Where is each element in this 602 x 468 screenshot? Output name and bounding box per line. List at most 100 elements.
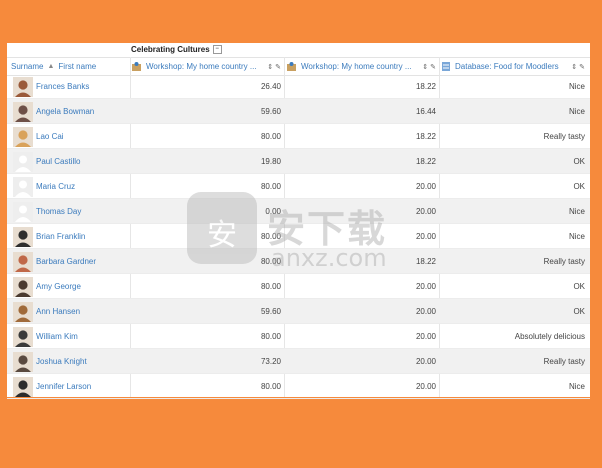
grade-cell-col2[interactable]: 18.22 <box>286 249 436 274</box>
student-cell: Barbara Gardner <box>13 249 131 274</box>
student-cell: Angela Bowman <box>13 99 131 124</box>
student-name-link[interactable]: Lao Cai <box>36 132 64 141</box>
database-icon <box>442 62 450 71</box>
grade-cell-col1[interactable]: 80.00 <box>131 324 281 349</box>
grade-cell-col1[interactable]: 59.60 <box>131 299 281 324</box>
table-row: Amy George 80.00 20.00 OK <box>7 274 590 299</box>
avatar[interactable] <box>13 301 33 322</box>
student-cell: Paul Castillo <box>13 149 131 174</box>
grade-cell-col2[interactable]: 20.00 <box>286 174 436 199</box>
grade-cell-col2[interactable]: 20.00 <box>286 299 436 324</box>
edit-pencil-icon[interactable]: ✎ <box>275 63 281 71</box>
grade-cell-col1[interactable]: 73.20 <box>131 349 281 374</box>
avatar[interactable] <box>13 376 33 397</box>
col2-link[interactable]: Workshop: My home country ... <box>301 62 412 71</box>
grade-cell-col3[interactable]: Nice <box>441 99 585 124</box>
table-row: Frances Banks 26.40 18.22 Nice <box>7 74 590 99</box>
student-name-link[interactable]: Thomas Day <box>36 207 81 216</box>
grade-cell-col3[interactable]: Nice <box>441 199 585 224</box>
grade-cell-col2[interactable]: 20.00 <box>286 224 436 249</box>
grade-cell-col3[interactable]: Really tasty <box>441 249 585 274</box>
grade-cell-col1[interactable]: 26.40 <box>131 74 281 99</box>
grade-cell-col1[interactable]: 0.00 <box>131 199 281 224</box>
grade-cell-col1[interactable]: 80.00 <box>131 124 281 149</box>
grade-cell-col3[interactable]: Nice <box>441 224 585 249</box>
grade-cell-col3[interactable]: Nice <box>441 74 585 99</box>
grade-cell-col3[interactable]: Nice <box>441 374 585 399</box>
table-row: Brian Franklin 80.00 20.00 Nice <box>7 224 590 249</box>
student-name-link[interactable]: Paul Castillo <box>36 157 80 166</box>
student-name-link[interactable]: Joshua Knight <box>36 357 87 366</box>
student-cell: Joshua Knight <box>13 349 131 374</box>
grade-cell-col2[interactable]: 20.00 <box>286 374 436 399</box>
grade-cell-col2[interactable]: 18.22 <box>286 74 436 99</box>
collapse-icon[interactable]: − <box>212 45 222 54</box>
grade-cell-col3[interactable]: Really tasty <box>441 349 585 374</box>
table-row: Jennifer Larson 80.00 20.00 Nice <box>7 374 590 399</box>
grade-cell-col1[interactable]: 59.60 <box>131 99 281 124</box>
sort-toggle-icon[interactable]: ⇕ <box>422 63 428 71</box>
student-name-link[interactable]: Frances Banks <box>36 82 89 91</box>
grade-cell-col1[interactable]: 80.00 <box>131 174 281 199</box>
grade-cell-col3[interactable]: Absolutely delicious <box>441 324 585 349</box>
avatar[interactable] <box>13 201 33 222</box>
avatar[interactable] <box>13 276 33 297</box>
grade-cell-col2[interactable]: 18.22 <box>286 149 436 174</box>
grade-cell-col1[interactable]: 19.80 <box>131 149 281 174</box>
sort-asc-icon[interactable]: ▲ <box>47 63 54 70</box>
grade-cell-col1[interactable]: 80.00 <box>131 274 281 299</box>
grade-table-body: Frances Banks 26.40 18.22 Nice Angela Bowman… <box>7 74 590 399</box>
grade-cell-col2[interactable]: 20.00 <box>286 324 436 349</box>
student-name-link[interactable]: Maria Cruz <box>36 182 75 191</box>
student-name-link[interactable]: Jennifer Larson <box>36 382 91 391</box>
student-cell: Thomas Day <box>13 199 131 224</box>
col1-link[interactable]: Workshop: My home country ... <box>146 62 257 71</box>
col3-header: Database: Food for Moodlers ⇕ ✎ <box>441 58 585 75</box>
student-cell: Amy George <box>13 274 131 299</box>
firstname-sort-link[interactable]: First name <box>58 62 96 71</box>
sort-toggle-icon[interactable]: ⇕ <box>571 63 577 71</box>
avatar[interactable] <box>13 251 33 272</box>
grade-cell-col1[interactable]: 80.00 <box>131 249 281 274</box>
student-cell: Maria Cruz <box>13 174 131 199</box>
grader-report: Celebrating Cultures − Surname ▲ First n… <box>7 43 590 399</box>
avatar[interactable] <box>13 126 33 147</box>
avatar[interactable] <box>13 226 33 247</box>
grade-cell-col2[interactable]: 20.00 <box>286 274 436 299</box>
student-name-link[interactable]: William Kim <box>36 332 78 341</box>
student-name-link[interactable]: Angela Bowman <box>36 107 94 116</box>
edit-pencil-icon[interactable]: ✎ <box>430 63 436 71</box>
avatar[interactable] <box>13 176 33 197</box>
category-row: Celebrating Cultures − <box>7 43 590 57</box>
grade-cell-col3[interactable]: OK <box>441 274 585 299</box>
grade-cell-col3[interactable]: OK <box>441 299 585 324</box>
grade-cell-col1[interactable]: 80.00 <box>131 224 281 249</box>
sort-toggle-icon[interactable]: ⇕ <box>267 63 273 71</box>
col3-link[interactable]: Database: Food for Moodlers <box>455 62 559 71</box>
category-header: Celebrating Cultures − <box>131 45 222 54</box>
avatar[interactable] <box>13 151 33 172</box>
avatar[interactable] <box>13 326 33 347</box>
grade-cell-col2[interactable]: 16.44 <box>286 99 436 124</box>
student-cell: Jennifer Larson <box>13 374 131 399</box>
surname-sort-link[interactable]: Surname <box>11 62 43 71</box>
table-row: Lao Cai 80.00 18.22 Really tasty <box>7 124 590 149</box>
grade-cell-col2[interactable]: 18.22 <box>286 124 436 149</box>
student-name-link[interactable]: Ann Hansen <box>36 307 80 316</box>
table-row: Paul Castillo 19.80 18.22 OK <box>7 149 590 174</box>
student-name-link[interactable]: Amy George <box>36 282 81 291</box>
category-title: Celebrating Cultures <box>131 45 210 54</box>
student-cell: William Kim <box>13 324 131 349</box>
grade-cell-col3[interactable]: OK <box>441 149 585 174</box>
edit-pencil-icon[interactable]: ✎ <box>579 63 585 71</box>
grade-cell-col2[interactable]: 20.00 <box>286 349 436 374</box>
avatar[interactable] <box>13 351 33 372</box>
avatar[interactable] <box>13 101 33 122</box>
grade-cell-col3[interactable]: Really tasty <box>441 124 585 149</box>
student-name-link[interactable]: Brian Franklin <box>36 232 85 241</box>
grade-cell-col2[interactable]: 20.00 <box>286 199 436 224</box>
grade-cell-col3[interactable]: OK <box>441 174 585 199</box>
student-name-link[interactable]: Barbara Gardner <box>36 257 96 266</box>
avatar[interactable] <box>13 76 33 97</box>
grade-cell-col1[interactable]: 80.00 <box>131 374 281 399</box>
